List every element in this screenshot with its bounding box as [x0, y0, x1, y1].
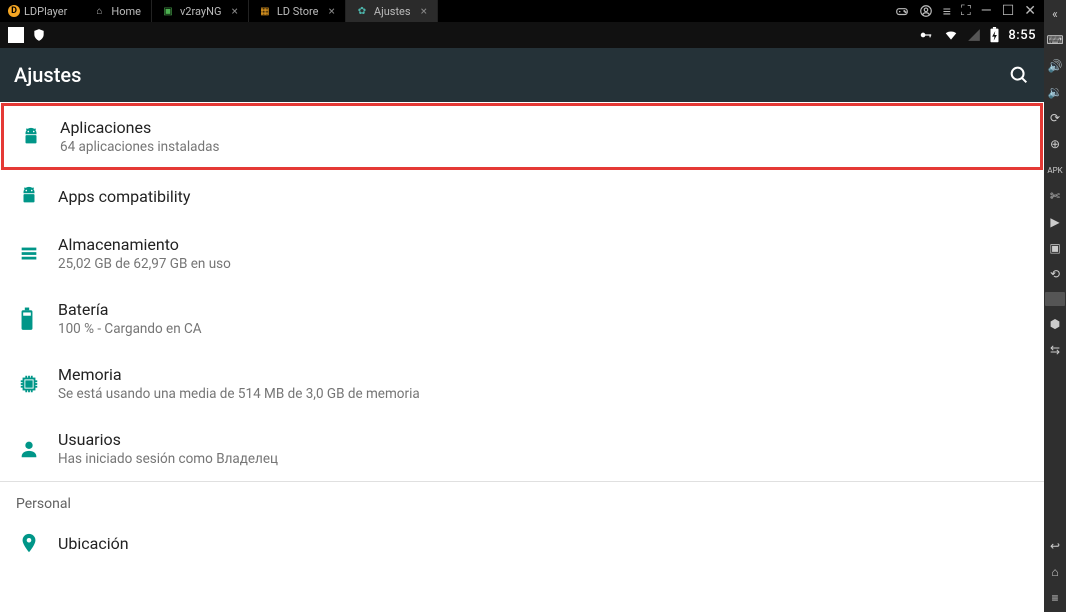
back-nav-icon[interactable]: ↩: [1047, 538, 1063, 554]
android-icon: [18, 185, 58, 207]
record-icon[interactable]: ▶: [1047, 214, 1063, 230]
settings-icon: ✿: [356, 5, 368, 17]
setting-subtitle: Se está usando una media de 514 MB de 3,…: [58, 386, 420, 402]
window-tabs: ⌂ Home ▣ v2rayNG × ▦ LD Store × ✿ Ajuste…: [83, 0, 438, 22]
setting-title: Usuarios: [58, 430, 278, 449]
close-icon[interactable]: ×: [329, 4, 335, 18]
gamepad-icon[interactable]: [895, 4, 909, 18]
rotate-icon[interactable]: ⟲: [1047, 266, 1063, 282]
tab-ajustes[interactable]: ✿ Ajustes ×: [346, 0, 438, 22]
home-icon: ⌂: [93, 5, 105, 17]
add-icon[interactable]: ⊕: [1047, 136, 1063, 152]
tab-ldstore[interactable]: ▦ LD Store ×: [249, 0, 346, 22]
window-controls: ≡ ⛶ — ☐ ✕: [887, 3, 1044, 20]
tab-label: LD Store: [277, 5, 319, 18]
emulator-sidebar: « ⌨ 🔊 🔉 ⟳ ⊕ APK ✄ ▶ ▣ ⟲ ⬢ ⇆ ↩ ⌂ ≡: [1044, 0, 1066, 612]
search-icon[interactable]: [1008, 64, 1030, 86]
memory-icon: [18, 373, 58, 395]
storage-icon: [18, 243, 58, 265]
setting-title: Ubicación: [58, 534, 129, 553]
tab-home[interactable]: ⌂ Home: [83, 0, 152, 22]
battery-charging-icon: [989, 27, 1000, 43]
recents-nav-icon[interactable]: ≡: [1047, 590, 1063, 606]
setting-title: Memoria: [58, 365, 420, 384]
setting-subtitle: 64 aplicaciones instaladas: [60, 139, 219, 155]
setting-usuarios[interactable]: Usuarios Has iniciado sesión como Владел…: [0, 416, 1044, 481]
setting-title: Aplicaciones: [60, 118, 219, 137]
shield-icon: [32, 28, 46, 42]
store-icon: ▦: [259, 5, 271, 17]
setting-apps-compatibility[interactable]: Apps compatibility: [0, 171, 1044, 221]
ldplayer-logo-icon: D: [8, 5, 20, 17]
collapse-icon[interactable]: «: [1047, 6, 1063, 22]
pin-icon[interactable]: ⬢: [1047, 316, 1063, 332]
folder-icon[interactable]: [1045, 292, 1065, 306]
signal-off-icon: [967, 28, 981, 42]
setting-subtitle: Has iniciado sesión como Владелец: [58, 451, 278, 467]
android-icon: [20, 126, 60, 148]
page-header: Ajustes: [0, 48, 1044, 102]
tab-v2rayng[interactable]: ▣ v2rayNG ×: [152, 0, 249, 22]
setting-bateria[interactable]: Batería 100 % - Cargando en CA: [0, 286, 1044, 351]
close-icon[interactable]: ×: [231, 4, 237, 18]
vol-down-icon[interactable]: 🔉: [1047, 84, 1063, 100]
setting-memoria[interactable]: Memoria Se está usando una media de 514 …: [0, 351, 1044, 416]
keyboard-icon[interactable]: ⌨: [1047, 32, 1063, 48]
android-statusbar: 8:55: [0, 22, 1044, 48]
home-nav-icon[interactable]: ⌂: [1047, 564, 1063, 580]
notification-icon: [8, 27, 24, 43]
setting-subtitle: 100 % - Cargando en CA: [58, 321, 202, 337]
battery-icon: [18, 307, 58, 331]
close-icon[interactable]: ×: [421, 4, 427, 18]
menu-icon[interactable]: ≡: [943, 3, 951, 20]
vol-up-icon[interactable]: 🔊: [1047, 58, 1063, 74]
sync-icon[interactable]: ⇆: [1047, 342, 1063, 358]
apk-icon[interactable]: APK: [1047, 162, 1063, 178]
app-icon: ▣: [162, 5, 174, 17]
refresh-icon[interactable]: ⟳: [1047, 110, 1063, 126]
setting-title: Batería: [58, 300, 202, 319]
section-personal: Personal: [0, 481, 1044, 518]
tab-label: Home: [111, 5, 141, 18]
setting-title: Apps compatibility: [58, 187, 190, 206]
settings-list: Aplicaciones 64 aplicaciones instaladas …: [0, 102, 1044, 612]
user-icon[interactable]: [919, 4, 933, 18]
window-topbar: D LDPlayer ⌂ Home ▣ v2rayNG × ▦ LD Store…: [0, 0, 1044, 22]
brand-label: LDPlayer: [24, 5, 67, 18]
status-time: 8:55: [1008, 28, 1036, 43]
close-window-icon[interactable]: ✕: [1024, 3, 1036, 19]
app-brand: D LDPlayer: [0, 5, 75, 18]
wifi-icon: [943, 28, 959, 42]
setting-subtitle: 25,02 GB de 62,97 GB en uso: [58, 256, 231, 272]
key-icon: [917, 28, 935, 42]
cut-icon[interactable]: ✄: [1047, 188, 1063, 204]
setting-aplicaciones[interactable]: Aplicaciones 64 aplicaciones instaladas: [2, 104, 1042, 169]
tab-label: Ajustes: [374, 5, 411, 18]
fullscreen-icon[interactable]: ⛶: [961, 3, 971, 19]
setting-ubicacion[interactable]: Ubicación: [0, 518, 1044, 568]
screenshot-icon[interactable]: ▣: [1047, 240, 1063, 256]
setting-title: Almacenamiento: [58, 235, 231, 254]
tab-label: v2rayNG: [180, 5, 221, 18]
setting-almacenamiento[interactable]: Almacenamiento 25,02 GB de 62,97 GB en u…: [0, 221, 1044, 286]
user-icon: [18, 438, 58, 460]
page-title: Ajustes: [14, 63, 1008, 87]
location-icon: [18, 532, 58, 554]
maximize-icon[interactable]: ☐: [1002, 3, 1015, 19]
minimize-icon[interactable]: —: [981, 3, 992, 19]
